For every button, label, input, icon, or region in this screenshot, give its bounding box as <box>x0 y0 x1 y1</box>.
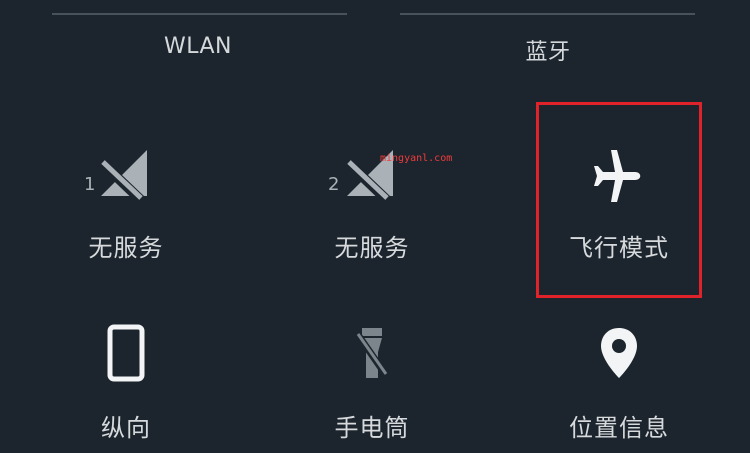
airplane-icon <box>594 150 641 202</box>
top-divider-right <box>400 13 695 15</box>
airplane-mode-tile[interactable]: 飞行模式 <box>509 140 729 275</box>
flashlight-off-icon <box>353 328 391 380</box>
tile-label: 无服务 <box>88 234 164 262</box>
portrait-phone-icon <box>107 324 145 382</box>
tile-label: 手电筒 <box>334 414 410 442</box>
portrait-orientation-tile[interactable]: 纵向 <box>16 318 236 453</box>
flashlight-tile[interactable]: 手电筒 <box>262 318 482 453</box>
tile-label: 位置信息 <box>569 414 669 442</box>
no-signal-icon <box>93 150 147 204</box>
tile-label: 飞行模式 <box>569 234 669 262</box>
watermark-text: mingyanl.com <box>380 153 453 164</box>
tile-label: 纵向 <box>101 414 151 442</box>
sim-slot-number: 1 <box>84 174 96 195</box>
location-tile[interactable]: 位置信息 <box>509 318 729 453</box>
sim-slot-number: 2 <box>328 174 340 195</box>
wlan-label[interactable]: WLAN <box>128 34 268 59</box>
bluetooth-label[interactable]: 蓝牙 <box>478 34 618 66</box>
top-divider-left <box>52 13 347 15</box>
sim1-no-service-tile[interactable]: 1 无服务 <box>16 140 236 275</box>
location-pin-icon <box>601 328 637 378</box>
tile-label: 无服务 <box>334 234 410 262</box>
